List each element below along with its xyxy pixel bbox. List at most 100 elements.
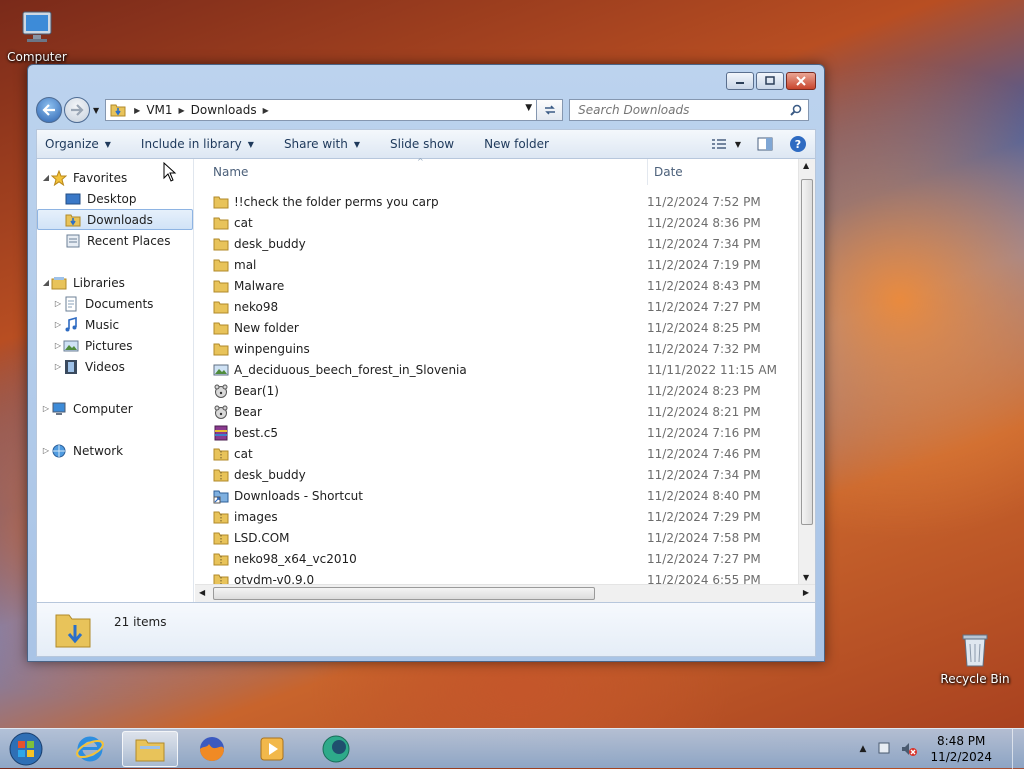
nav-network[interactable]: ▷ Network [37,440,193,461]
nav-libraries[interactable]: ◢ Libraries [37,272,193,293]
close-button[interactable] [786,72,816,90]
table-row[interactable]: New folder 11/2/2024 8:25 PM [195,317,797,338]
share-with-button[interactable]: Share with ▼ [284,137,360,151]
forward-arrow-icon [71,104,84,116]
search-input[interactable] [576,102,791,118]
table-row[interactable]: best.c5 11/2/2024 7:16 PM [195,422,797,443]
expand-arrow-icon[interactable]: ▷ [41,404,51,413]
desktop-icon-recycle-bin[interactable]: Recycle Bin [940,630,1010,686]
horizontal-scrollbar[interactable]: ◀ ▶ [195,584,815,602]
folder-icon [213,238,229,251]
action-center-flag-icon[interactable] [876,741,894,757]
table-row[interactable]: Malware 11/2/2024 8:43 PM [195,275,797,296]
collapse-arrow-icon[interactable]: ◢ [41,278,51,287]
horizontal-scroll-thumb[interactable] [213,587,595,600]
table-row[interactable]: Bear(1) 11/2/2024 8:23 PM [195,380,797,401]
taskbar-file-explorer[interactable] [122,731,178,767]
column-header-name[interactable]: Name [213,165,248,179]
desktop-icon-computer[interactable]: Computer [2,8,72,64]
start-button[interactable] [2,731,50,767]
scroll-left-icon[interactable]: ◀ [199,588,205,597]
expand-arrow-icon[interactable]: ▷ [41,446,51,455]
search-box[interactable] [569,99,810,121]
bear-app-icon [214,405,228,419]
minimize-button[interactable] [726,72,754,90]
scroll-right-icon[interactable]: ▶ [803,588,809,597]
nav-downloads[interactable]: Downloads [37,209,193,230]
pictures-icon [63,340,79,351]
search-icon[interactable] [790,104,802,116]
file-list-pane: Name ^ Date !!check the folder perms you… [195,157,815,602]
table-row[interactable]: winpenguins 11/2/2024 7:32 PM [195,338,797,359]
show-desktop-button[interactable] [1012,729,1024,769]
address-dropdown[interactable]: ▼ [525,103,532,113]
nav-music[interactable]: ▷ Music [37,314,193,335]
nav-documents[interactable]: ▷ Documents [37,293,193,314]
breadcrumb-downloads[interactable]: Downloads [191,103,257,117]
new-folder-button[interactable]: New folder [484,137,549,151]
table-row[interactable]: cat 11/2/2024 7:46 PM [195,443,797,464]
scroll-up-icon[interactable]: ▲ [803,161,809,170]
expand-arrow-icon[interactable]: ▷ [53,320,63,329]
breadcrumb-separator[interactable]: ▶ [134,106,140,115]
taskbar-app[interactable] [308,731,364,767]
nav-videos[interactable]: ▷ Videos [37,356,193,377]
back-button[interactable] [36,97,62,123]
slide-show-button[interactable]: Slide show [390,137,454,151]
table-row[interactable]: !!check the folder perms you carp 11/2/20… [195,191,797,212]
expand-arrow-icon[interactable]: ▷ [53,362,63,371]
table-row[interactable]: Bear 11/2/2024 8:21 PM [195,401,797,422]
expand-arrow-icon[interactable]: ▷ [53,299,63,308]
taskbar-internet-explorer[interactable] [62,731,118,767]
breadcrumb-separator[interactable]: ▶ [179,106,185,115]
table-row[interactable]: desk_buddy 11/2/2024 7:34 PM [195,464,797,485]
address-bar[interactable]: ▶ VM1 ▶ Downloads ▶ ▼ [105,99,538,121]
breadcrumb-separator[interactable]: ▶ [263,106,269,115]
clock[interactable]: 8:48 PM 11/2/2024 [930,733,992,765]
table-row[interactable]: desk_buddy 11/2/2024 7:34 PM [195,233,797,254]
change-view-button[interactable]: ▼ [711,138,741,150]
vertical-scrollbar[interactable]: ▲ ▼ [798,159,815,584]
media-player-icon [260,737,284,761]
show-hidden-icons-icon[interactable]: ▲ [860,744,867,754]
table-row[interactable]: LSD.COM 11/2/2024 7:58 PM [195,527,797,548]
forward-button[interactable] [64,97,90,123]
nav-desktop[interactable]: Desktop [37,188,193,209]
table-row[interactable]: images 11/2/2024 7:29 PM [195,506,797,527]
taskbar-firefox[interactable] [184,731,240,767]
column-header: Name ^ Date [195,157,799,185]
maximize-button[interactable] [756,72,784,90]
table-row[interactable]: Downloads - Shortcut 11/2/2024 8:40 PM [195,485,797,506]
nav-label: Network [73,443,124,458]
file-date: 11/2/2024 7:52 PM [647,194,761,209]
table-row[interactable]: cat 11/2/2024 8:36 PM [195,212,797,233]
file-name: Malware [234,278,285,293]
nav-pictures[interactable]: ▷ Pictures [37,335,193,356]
scroll-down-icon[interactable]: ▼ [803,573,809,582]
breadcrumb-vm1[interactable]: VM1 [146,103,172,117]
table-row[interactable]: A_deciduous_beech_forest_in_Slovenia 11/1… [195,359,797,380]
file-date: 11/2/2024 8:40 PM [647,488,761,503]
vertical-scroll-thumb[interactable] [801,179,813,525]
nav-computer[interactable]: ▷ Computer [37,398,193,419]
refresh-button[interactable] [537,99,564,121]
refresh-icon [544,105,555,115]
preview-pane-icon[interactable] [757,137,773,151]
file-name: cat [234,446,253,461]
volume-muted-icon[interactable] [900,741,918,757]
column-header-date[interactable]: Date [647,159,683,185]
collapse-arrow-icon[interactable]: ◢ [41,173,51,182]
taskbar-media-player[interactable] [244,731,300,767]
recent-pages-dropdown[interactable]: ▼ [93,106,99,115]
chevron-down-icon: ▼ [734,139,741,149]
expand-arrow-icon[interactable]: ▷ [53,341,63,350]
help-icon[interactable]: ? [789,135,807,153]
organize-button[interactable]: Organize ▼ [45,137,111,151]
nav-recent-places[interactable]: Recent Places [37,230,193,251]
downloads-folder-icon [65,214,81,226]
table-row[interactable]: neko98 11/2/2024 7:27 PM [195,296,797,317]
table-row[interactable]: neko98_x64_vc2010 11/2/2024 7:27 PM [195,548,797,569]
table-row[interactable]: mal 11/2/2024 7:19 PM [195,254,797,275]
include-in-library-button[interactable]: Include in library ▼ [141,137,254,151]
shortcut-icon [213,490,229,504]
